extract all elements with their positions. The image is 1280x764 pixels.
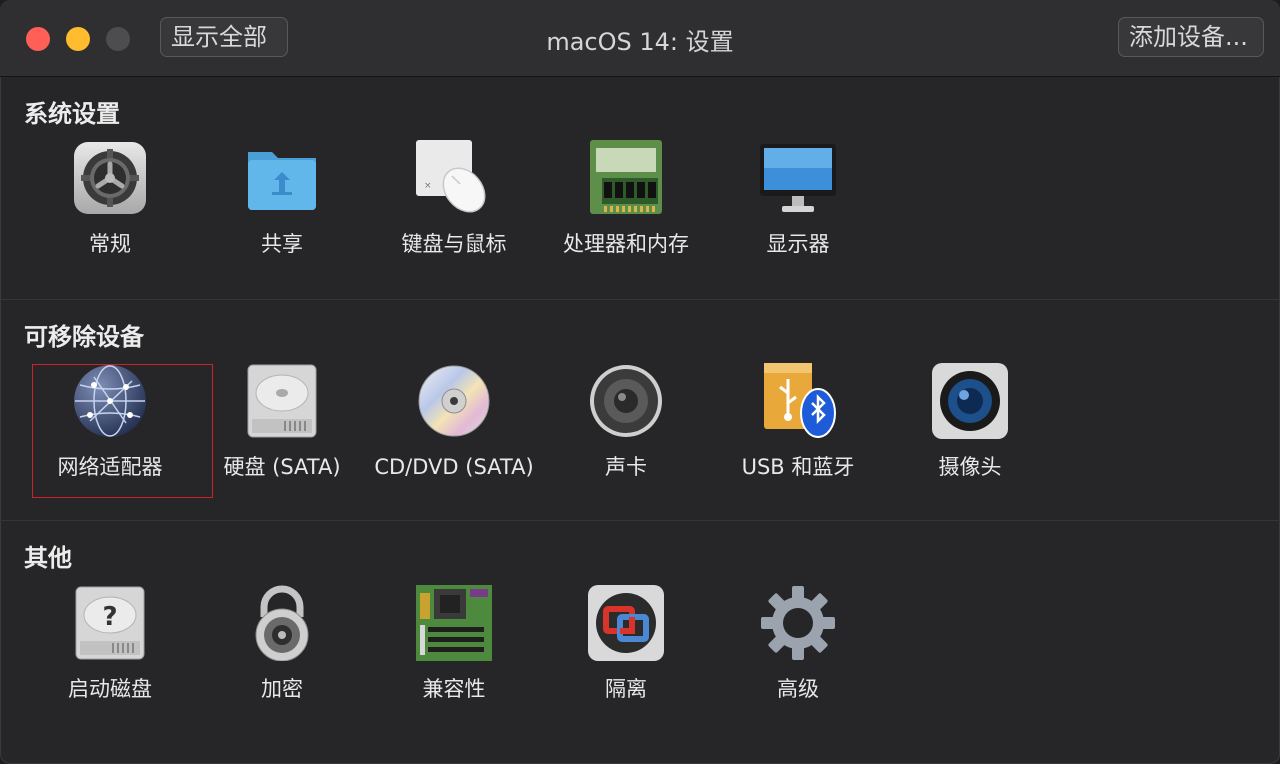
add-device-button[interactable]: 添加设备... [1118, 17, 1264, 57]
isolation-icon [588, 585, 664, 661]
section-other: 其他 ? 启动磁盘 加密 兼容性 隔离 高级 [0, 520, 1280, 764]
memory-chip-icon [588, 140, 664, 216]
hard-disk-icon [244, 363, 320, 439]
optical-disc-icon [416, 363, 492, 439]
svg-text:×: × [424, 181, 432, 191]
item-label: 常规 [89, 232, 131, 256]
item-label: USB 和蓝牙 [741, 455, 855, 479]
item-label: 键盘与鼠标 [401, 232, 507, 256]
item-label: 硬盘 (SATA) [223, 455, 341, 479]
item-label: 启动磁盘 [68, 677, 152, 701]
gear-icon [72, 140, 148, 216]
usb-bluetooth-icon [760, 363, 836, 439]
advanced-gear-icon [760, 585, 836, 661]
padlock-icon [244, 585, 320, 661]
startup-disk-icon: ? [72, 585, 148, 661]
selection-highlight [32, 364, 213, 498]
item-label: 声卡 [605, 455, 647, 479]
section-title: 可移除设备 [24, 323, 144, 351]
section-title: 系统设置 [24, 100, 120, 128]
monitor-icon [760, 140, 836, 216]
title-bar: 显示全部 macOS 14: 设置 添加设备... [0, 0, 1280, 77]
settings-window: 显示全部 macOS 14: 设置 添加设备... 系统设置 常规 共享 × 键… [0, 0, 1280, 764]
window-title: macOS 14: 设置 [546, 28, 734, 56]
svg-text:?: ? [102, 602, 117, 632]
item-label: 摄像头 [938, 455, 1002, 479]
item-label: 兼容性 [422, 677, 486, 701]
item-label: 高级 [777, 677, 819, 701]
item-label: 处理器和内存 [563, 232, 689, 256]
shared-folder-icon [244, 140, 320, 216]
item-label: 加密 [261, 677, 303, 701]
section-title: 其他 [24, 544, 72, 572]
item-label: 隔离 [605, 677, 647, 701]
item-label: CD/DVD (SATA) [374, 455, 534, 479]
motherboard-icon [416, 585, 492, 661]
section-system-settings: 系统设置 常规 共享 × 键盘与鼠标 处理器和内存 显示器 [0, 77, 1280, 298]
item-label: 显示器 [766, 232, 830, 256]
camera-icon [932, 363, 1008, 439]
item-label: 共享 [261, 232, 303, 256]
keyboard-mouse-icon: × [416, 140, 492, 216]
speaker-icon [588, 363, 664, 439]
